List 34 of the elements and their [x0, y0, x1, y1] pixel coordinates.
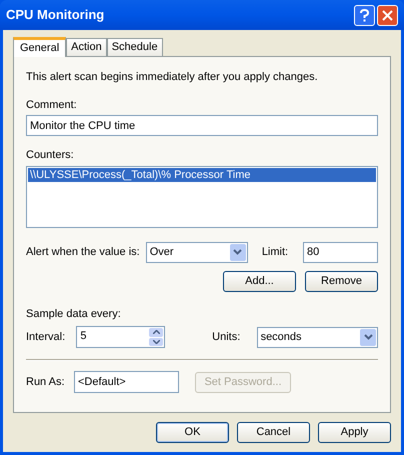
tab[interactable]: General [13, 37, 66, 57]
dialog-button[interactable]: Add... [223, 270, 296, 292]
dropdown[interactable]: seconds [256, 326, 378, 348]
window-title: CPU Monitoring [6, 6, 106, 24]
run-as-field[interactable]: <Default> [74, 371, 179, 393]
dialog-button[interactable]: Apply [318, 422, 391, 443]
spin-up-icon[interactable] [149, 328, 164, 336]
chevron-down-icon [364, 334, 372, 340]
help-icon [360, 8, 369, 22]
dialog-button[interactable]: OK [156, 422, 229, 443]
limit-field[interactable]: 80 [303, 242, 378, 262]
intro-text: This alert scan begins immediately after you apply changes. [26, 70, 319, 85]
close-icon [382, 10, 393, 20]
tab[interactable]: Schedule [106, 38, 163, 56]
field-label: Alert when the value is: [26, 244, 141, 260]
counters-list[interactable]: \\ULYSSE\Process(_Total)\% Processor Time [26, 166, 378, 228]
section-label: Sample data every: [26, 306, 122, 322]
dialog-button[interactable]: Remove [305, 270, 378, 292]
field-label: Units: [212, 330, 242, 345]
tab[interactable]: Action [66, 38, 107, 56]
comment-field[interactable]: Monitor the CPU time [26, 115, 378, 136]
close-button[interactable] [377, 4, 398, 26]
help-button[interactable] [354, 4, 375, 26]
list-item[interactable]: \\ULYSSE\Process(_Total)\% Processor Time [28, 168, 376, 182]
interval-spinner[interactable]: 5 [76, 326, 166, 348]
spin-down-icon[interactable] [149, 338, 164, 346]
chevron-down-icon [233, 249, 242, 255]
field-label: Interval: [26, 330, 66, 345]
field-label: Comment: [26, 98, 78, 112]
dialog-button[interactable]: Cancel [237, 422, 310, 443]
field-label: Run As: [26, 374, 66, 390]
field-label: Counters: [26, 148, 75, 163]
field-label: Limit: [262, 244, 290, 260]
dropdown[interactable]: Over [146, 242, 248, 262]
